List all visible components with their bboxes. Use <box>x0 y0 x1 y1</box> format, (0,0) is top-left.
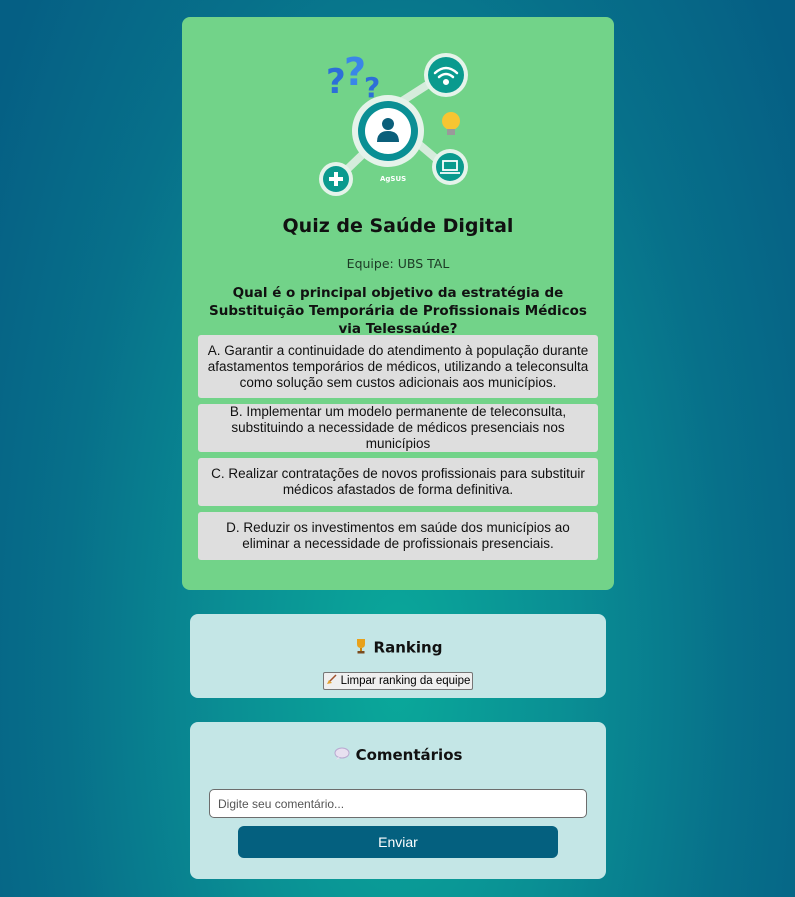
svg-text:?: ? <box>344 50 366 94</box>
comments-panel: Comentários Enviar <box>190 722 606 879</box>
agsus-telehealth-logo: ? ? ? AgSUS <box>319 50 468 196</box>
comments-title: Comentários <box>355 746 463 764</box>
comments-title-row: Comentários <box>190 746 606 765</box>
ranking-panel: Ranking Limpar ranking da equipe <box>190 614 606 698</box>
question-text: Qual é o principal objetivo da estratégi… <box>209 285 587 337</box>
send-comment-button[interactable]: Enviar <box>238 826 558 858</box>
speech-bubble-icon <box>334 747 350 765</box>
ranking-title-row: Ranking <box>190 638 606 658</box>
clear-ranking-button[interactable]: Limpar ranking da equipe <box>323 672 473 690</box>
answer-option-b[interactable]: B. Implementar um modelo permanente de t… <box>198 404 598 452</box>
question-marks-icon: ? ? ? <box>326 50 380 104</box>
svg-text:?: ? <box>326 62 346 102</box>
quiz-title: Quiz de Saúde Digital <box>282 215 514 237</box>
answer-option-c[interactable]: C. Realizar contratações de novos profis… <box>198 458 598 506</box>
lightbulb-icon <box>442 112 460 135</box>
answer-option-d[interactable]: D. Reduzir os investimentos em saúde dos… <box>198 512 598 560</box>
team-label: Equipe: UBS TAL <box>346 256 450 271</box>
broom-icon <box>326 674 337 688</box>
agsus-logo-text: AgSUS <box>380 175 406 183</box>
ranking-title: Ranking <box>373 638 443 657</box>
comment-input[interactable] <box>209 789 587 818</box>
trophy-icon <box>354 638 368 658</box>
answer-option-a[interactable]: A. Garantir a continuidade do atendiment… <box>198 335 598 398</box>
clear-ranking-label: Limpar ranking da equipe <box>340 675 471 687</box>
quiz-card: ? ? ? AgSUS Quiz de Saúde Digital Equipe… <box>182 17 614 590</box>
